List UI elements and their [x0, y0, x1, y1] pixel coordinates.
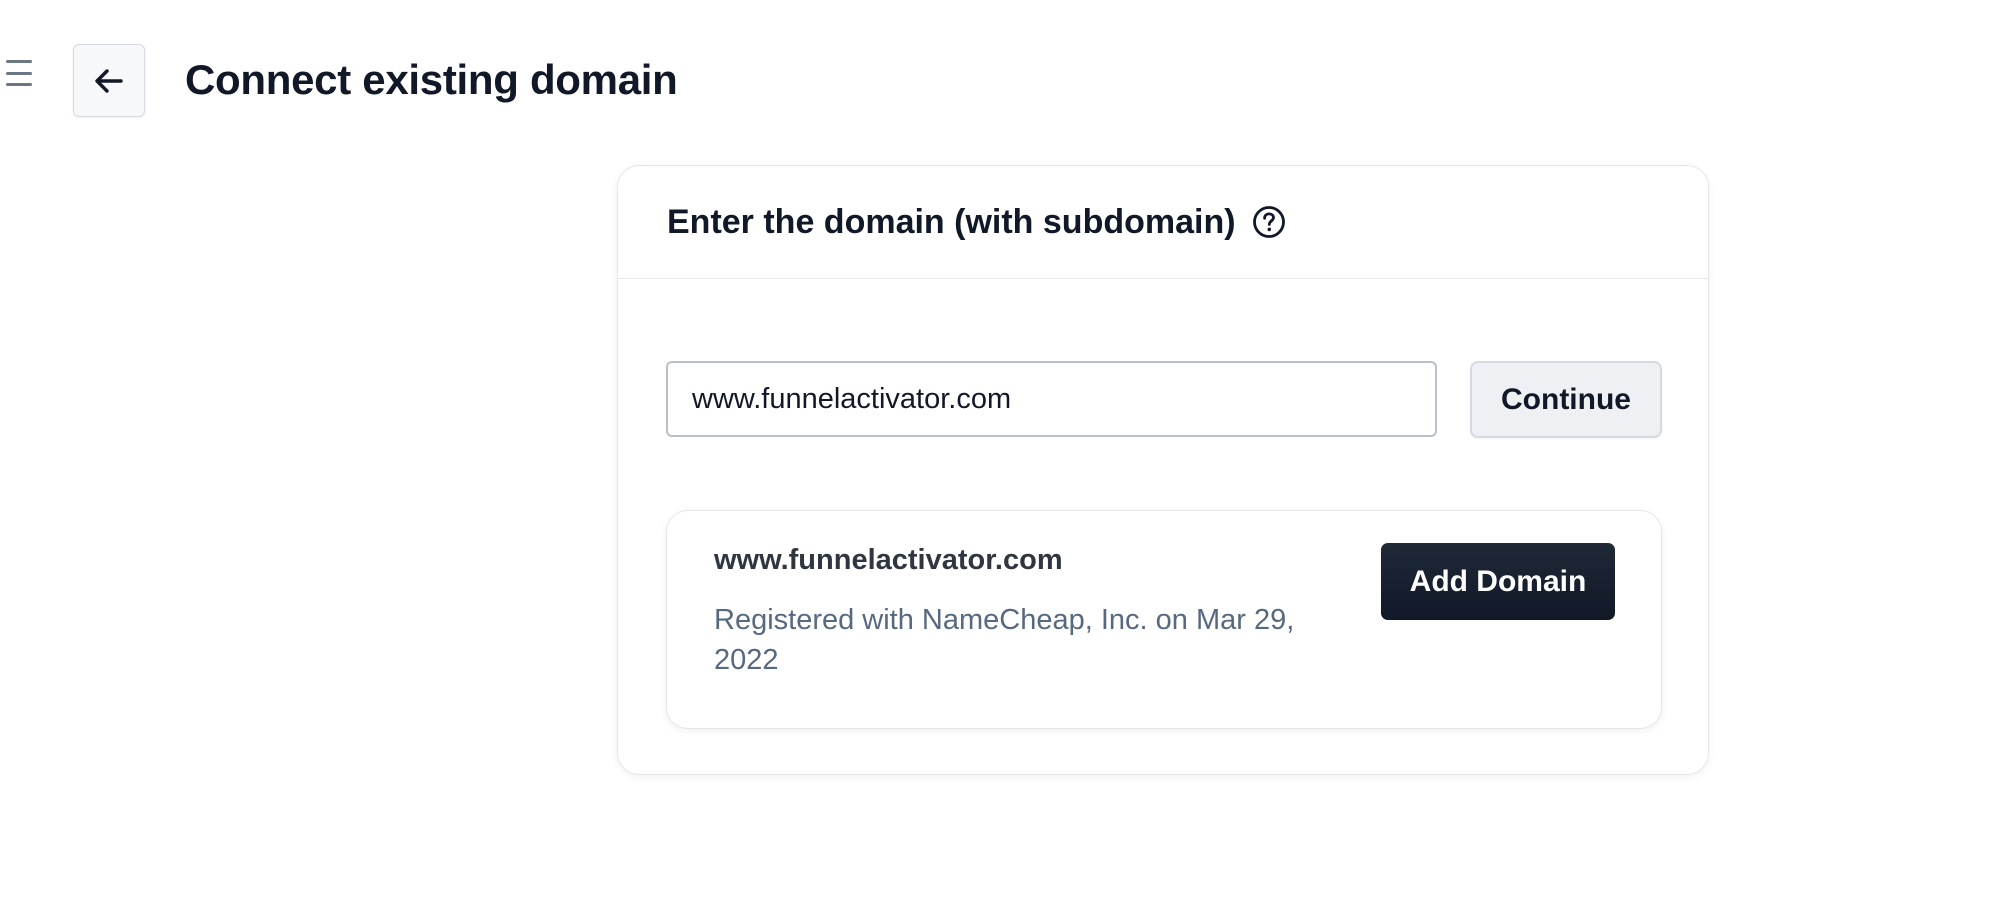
domain-card: Enter the domain (with subdomain) Contin…: [617, 165, 1709, 775]
domain-result-card: www.funnelactivator.com Registered with …: [666, 510, 1662, 729]
page-title: Connect existing domain: [185, 56, 678, 103]
card-title: Enter the domain (with subdomain): [667, 202, 1236, 241]
arrow-left-icon: [95, 68, 123, 93]
add-domain-button[interactable]: Add Domain: [1381, 543, 1615, 620]
menu-line: [6, 83, 32, 86]
menu-line: [6, 60, 32, 63]
menu-line: [6, 71, 32, 75]
back-button[interactable]: [73, 44, 145, 117]
continue-button[interactable]: Continue: [1470, 361, 1662, 438]
result-registration-info: Registered with NameCheap, Inc. on Mar 2…: [714, 604, 1295, 676]
domain-input[interactable]: [666, 361, 1437, 437]
question-circle-icon[interactable]: [1252, 205, 1286, 239]
card-header: Enter the domain (with subdomain): [618, 166, 1708, 279]
result-domain-name: www.funnelactivator.com: [714, 544, 1063, 576]
page: Connect existing domain Enter the domain…: [0, 0, 1992, 904]
hamburger-menu-icon[interactable]: [6, 60, 34, 86]
